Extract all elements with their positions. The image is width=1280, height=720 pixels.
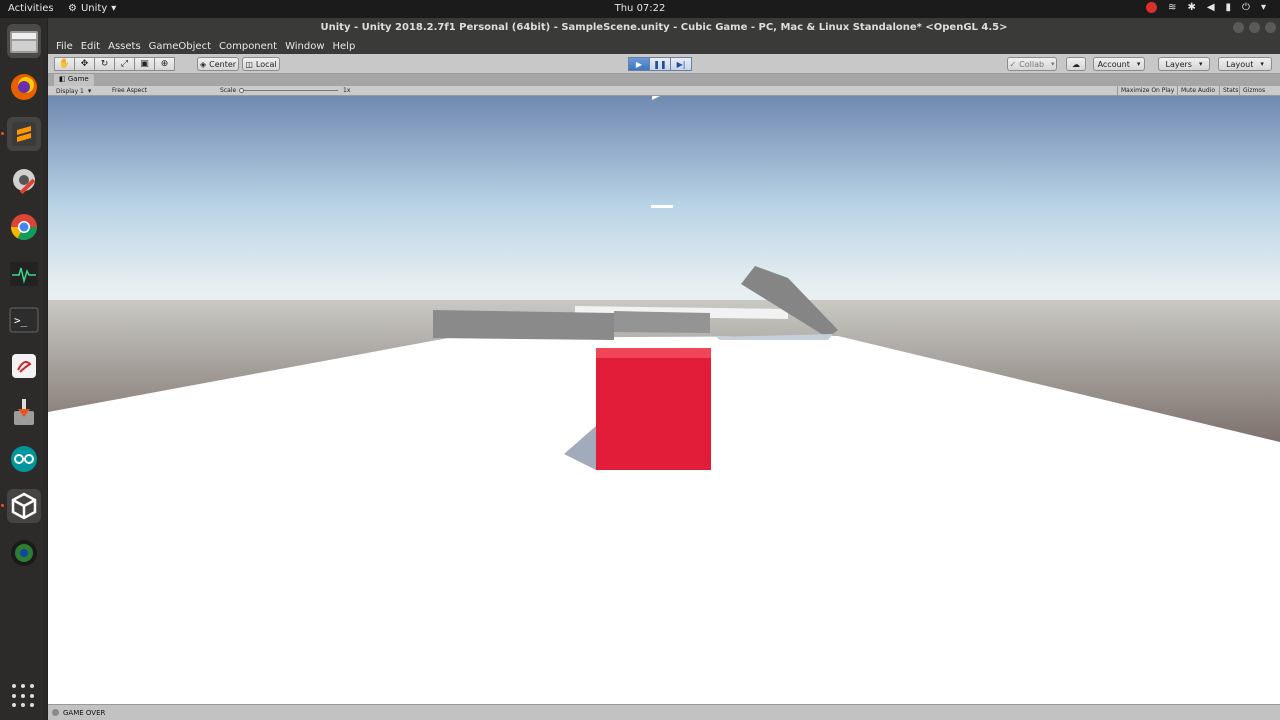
- power-icon[interactable]: ⏻: [1242, 2, 1250, 13]
- gizmos-dropdown[interactable]: Gizmos: [1239, 86, 1268, 96]
- svg-text:>_: >_: [14, 314, 28, 327]
- menu-file[interactable]: File: [52, 41, 77, 52]
- firefox-icon[interactable]: [7, 70, 41, 104]
- obstacle-block-center: [614, 311, 710, 333]
- files-icon[interactable]: [7, 24, 41, 58]
- menu-bar: File Edit Assets GameObject Component Wi…: [48, 38, 1280, 54]
- scale-value: 1x: [343, 87, 351, 94]
- terminal-icon[interactable]: >_: [7, 303, 41, 337]
- cheese-icon[interactable]: [7, 536, 41, 570]
- cloud-button[interactable]: ☁: [1066, 57, 1086, 71]
- play-controls: ▶ ❚❚ ▶|: [628, 57, 692, 71]
- rotate-tool-icon[interactable]: ↻: [94, 57, 115, 71]
- clock[interactable]: Thu 07:22: [0, 3, 1280, 14]
- installer-icon[interactable]: [7, 395, 41, 429]
- menu-assets[interactable]: Assets: [104, 41, 145, 52]
- game-view-toolbar: Display 1 Free Aspect Scale 1x Maximize …: [48, 86, 1280, 96]
- status-bar[interactable]: GAME OVER: [48, 704, 1280, 720]
- collab-label: Collab: [1019, 59, 1045, 69]
- pivot-label: Center: [209, 59, 237, 69]
- gizmos-label: Gizmos: [1243, 87, 1266, 94]
- cloud-icon: ☁: [1072, 59, 1080, 69]
- display-dropdown[interactable]: Display 1: [56, 87, 91, 95]
- tab-game[interactable]: ◧ Game: [54, 74, 94, 86]
- stats-toggle[interactable]: Stats: [1219, 86, 1241, 96]
- system-monitor-icon[interactable]: [7, 257, 41, 291]
- console-message: GAME OVER: [63, 708, 106, 717]
- unity-window: Unity - Unity 2018.2.7f1 Personal (64bit…: [48, 18, 1280, 720]
- layout-label: Layout: [1226, 59, 1254, 69]
- system-menu-chevron-icon[interactable]: ▾: [1261, 2, 1266, 13]
- hand-tool-icon[interactable]: ✋: [54, 57, 75, 71]
- minimize-button[interactable]: [1233, 22, 1244, 33]
- collab-icon: ✓: [1009, 59, 1017, 69]
- system-tray[interactable]: ≋ ✱ ◀ ▮ ⏻ ▾: [1146, 2, 1266, 13]
- display-label: Display 1: [56, 88, 84, 95]
- unity-icon[interactable]: [7, 489, 41, 523]
- distant-platform: [651, 205, 673, 208]
- chrome-icon[interactable]: [7, 210, 41, 244]
- layers-label: Layers: [1165, 59, 1192, 69]
- scale-slider-thumb[interactable]: [239, 88, 244, 93]
- game-tab-icon: ◧: [59, 75, 66, 83]
- local-icon: ◫: [245, 59, 253, 69]
- pivot-toggle[interactable]: ◈ Center: [197, 57, 239, 71]
- scale-tool-icon[interactable]: ⤢: [114, 57, 135, 71]
- transform-tools: ✋ ✥ ↻ ⤢ ▣ ⊕: [54, 57, 175, 71]
- scale-slider-track[interactable]: [240, 90, 338, 91]
- wifi-icon[interactable]: ≋: [1168, 2, 1176, 13]
- collab-dropdown[interactable]: ✓ Collab: [1007, 57, 1057, 71]
- notification-icon[interactable]: [1146, 2, 1158, 13]
- space-toggle[interactable]: ◫ Local: [242, 57, 280, 71]
- play-icon[interactable]: ▶: [628, 57, 650, 71]
- layers-dropdown[interactable]: Layers: [1158, 57, 1210, 71]
- obstacle-block-left: [433, 310, 614, 340]
- red-cube-top: [596, 348, 711, 358]
- show-applications-icon[interactable]: [12, 684, 36, 708]
- step-icon[interactable]: ▶|: [670, 57, 692, 71]
- layout-dropdown[interactable]: Layout: [1218, 57, 1272, 71]
- bluetooth-icon[interactable]: ✱: [1187, 2, 1195, 13]
- dock: >_: [0, 18, 48, 720]
- game-scene: [48, 96, 1280, 704]
- move-tool-icon[interactable]: ✥: [74, 57, 95, 71]
- menu-gameobject[interactable]: GameObject: [145, 41, 215, 52]
- maximize-on-play-toggle[interactable]: Maximize On Play: [1117, 86, 1177, 96]
- close-button[interactable]: [1265, 22, 1276, 33]
- sublime-text-icon[interactable]: [7, 117, 41, 151]
- pivot-icon: ◈: [199, 59, 207, 69]
- gnome-top-bar: Activities ⚙ Unity ▾ Thu 07:22 ≋ ✱ ◀ ▮ ⏻…: [0, 0, 1280, 18]
- account-label: Account: [1097, 59, 1130, 69]
- space-label: Local: [255, 59, 277, 69]
- arduino-icon[interactable]: [7, 442, 41, 476]
- running-indicator: [1, 504, 4, 507]
- menu-edit[interactable]: Edit: [77, 41, 104, 52]
- gedit-icon[interactable]: [7, 349, 41, 383]
- menu-component[interactable]: Component: [215, 41, 281, 52]
- red-cube: [596, 354, 711, 470]
- pause-icon[interactable]: ❚❚: [649, 57, 671, 71]
- main-toolbar: ✋ ✥ ↻ ⤢ ▣ ⊕ ◈ Center ◫ Local ▶ ❚❚ ▶| ✓ Coll…: [48, 54, 1280, 74]
- window-titlebar: Unity - Unity 2018.2.7f1 Personal (64bit…: [48, 18, 1280, 38]
- mute-audio-toggle[interactable]: Mute Audio: [1177, 86, 1218, 96]
- info-icon: [52, 709, 59, 716]
- window-title: Unity - Unity 2018.2.7f1 Personal (64bit…: [320, 22, 1008, 33]
- account-dropdown[interactable]: Account: [1093, 57, 1145, 71]
- menu-help[interactable]: Help: [329, 41, 360, 52]
- scale-label: Scale: [220, 87, 237, 94]
- running-indicator: [1, 132, 4, 135]
- battery-icon[interactable]: ▮: [1226, 2, 1232, 13]
- settings-tools-icon[interactable]: [7, 163, 41, 197]
- transform-tool-icon[interactable]: ⊕: [154, 57, 175, 71]
- game-tab-bar: ◧ Game: [48, 74, 1280, 86]
- maximize-button[interactable]: [1249, 22, 1260, 33]
- rect-tool-icon[interactable]: ▣: [134, 57, 155, 71]
- game-tab-label: Game: [67, 75, 89, 83]
- volume-icon[interactable]: ◀: [1207, 2, 1215, 13]
- aspect-dropdown[interactable]: Free Aspect: [112, 87, 215, 94]
- game-viewport[interactable]: [48, 96, 1280, 704]
- menu-window[interactable]: Window: [281, 41, 328, 52]
- aspect-label: Free Aspect: [112, 87, 148, 94]
